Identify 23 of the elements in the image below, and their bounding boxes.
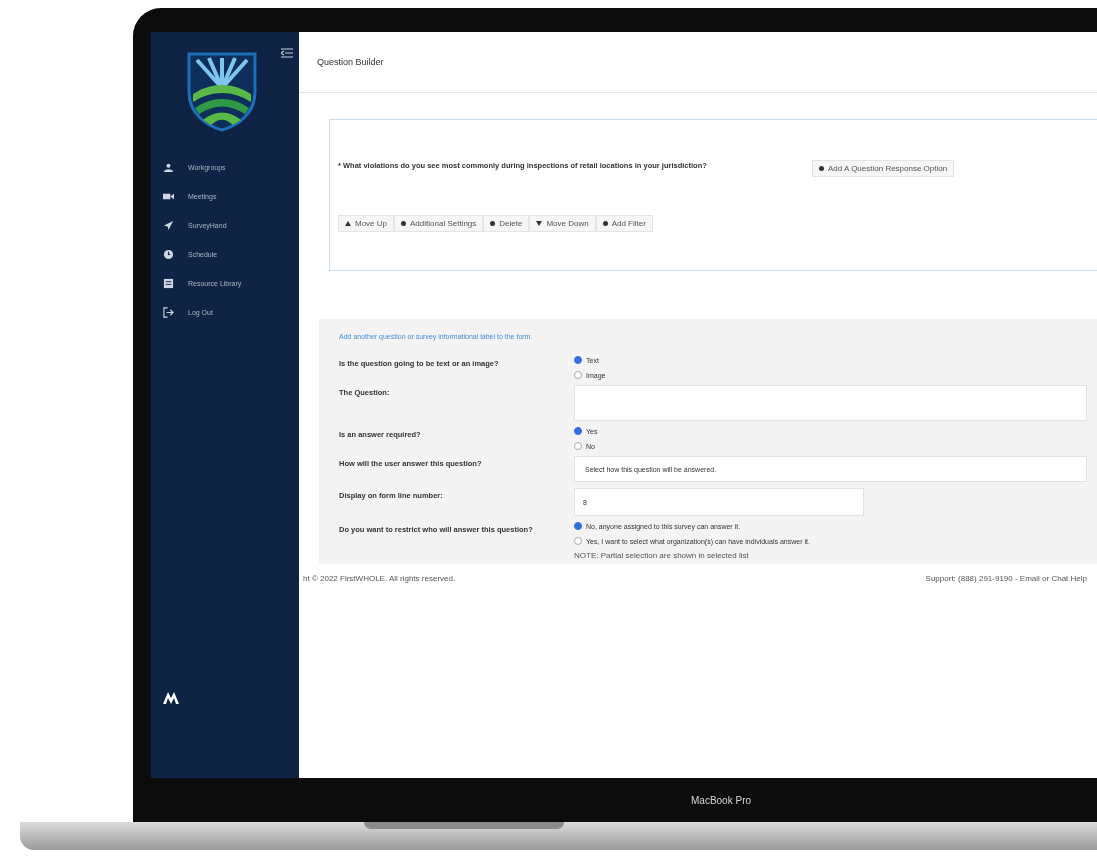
up-arrow-icon (345, 221, 351, 226)
action-button[interactable]: Delete (483, 215, 530, 232)
action-button[interactable]: Add Filter (595, 215, 653, 232)
clock-icon (163, 249, 174, 260)
support-text: Support: (888) 291-9190 - Email or Chat Help (925, 574, 1087, 583)
collapse-menu-icon[interactable] (281, 48, 293, 58)
page-title: Question Builder (317, 57, 384, 67)
book-icon (163, 278, 174, 289)
device-label: MacBook Pro (691, 794, 752, 806)
add-option-button[interactable]: Add A Question Response Option (812, 160, 955, 177)
action-button[interactable]: Move Up (338, 215, 394, 232)
note-text: NOTE: Partial selection are shown in selected list (573, 551, 750, 560)
question-field[interactable] (574, 385, 1087, 421)
paper-plane-icon (163, 220, 174, 231)
video-camera-icon (163, 191, 174, 202)
down-arrow-icon (536, 221, 543, 226)
action-button[interactable]: Move Down (529, 215, 596, 232)
exit-icon (163, 307, 174, 318)
copyright-text: ht © 2022 FirstWHOLE. All rights reserved. (303, 574, 456, 583)
action-button[interactable]: Additional Settings (394, 215, 484, 232)
group-icon (163, 162, 174, 173)
shield-logo-icon (187, 52, 257, 132)
letter-m-logo-icon (163, 692, 179, 704)
